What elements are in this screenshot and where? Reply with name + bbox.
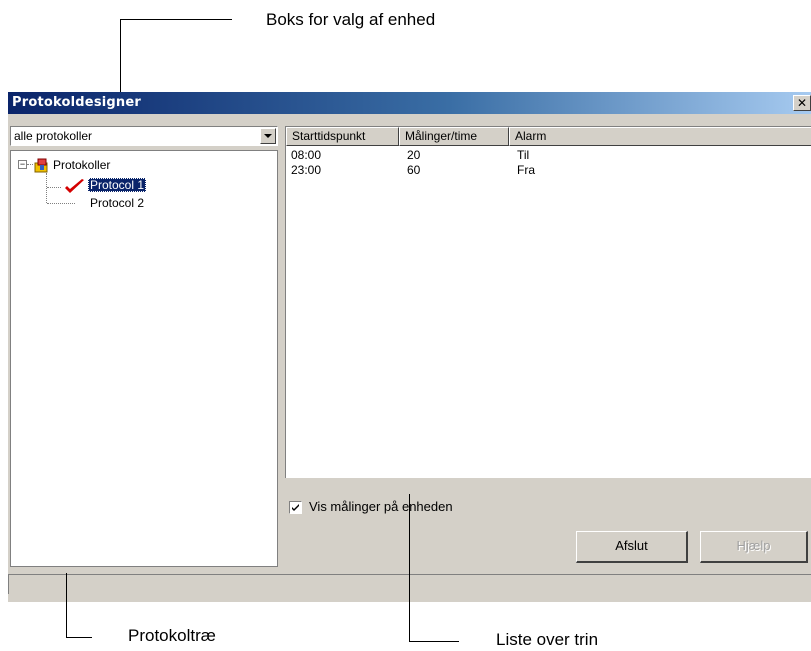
steps-list-header: Starttidspunkt Målinger/time Alarm bbox=[286, 127, 811, 146]
hjaelp-button[interactable]: Hjælp bbox=[700, 531, 808, 563]
close-icon: ✕ bbox=[796, 96, 808, 110]
checkmark-icon bbox=[292, 504, 299, 511]
folder-tree-icon bbox=[34, 158, 48, 173]
protocol-tree[interactable]: − Protokoller Protocol 1 Protocol 2 bbox=[10, 150, 278, 567]
unit-select-value: alle protokoller bbox=[14, 129, 93, 143]
cell-start: 23:00 bbox=[291, 163, 322, 177]
column-header-starttidspunkt[interactable]: Starttidspunkt bbox=[286, 127, 399, 146]
annotation-protocol-tree: Protokoltræ bbox=[128, 626, 216, 645]
tree-connector bbox=[47, 187, 61, 188]
cell-rate: 60 bbox=[407, 163, 421, 177]
column-header-alarm[interactable]: Alarm bbox=[509, 127, 811, 146]
close-window-button[interactable]: ✕ bbox=[793, 95, 811, 111]
afslut-button[interactable]: Afslut bbox=[576, 531, 688, 563]
show-on-unit-checkbox[interactable] bbox=[289, 501, 302, 514]
tree-root-label[interactable]: Protokoller bbox=[53, 158, 110, 172]
unit-select[interactable]: alle protokoller bbox=[10, 126, 278, 146]
tree-collapse-toggle[interactable]: − bbox=[18, 160, 27, 169]
tree-connector bbox=[46, 173, 47, 203]
callout-line bbox=[409, 641, 459, 642]
callout-line bbox=[66, 573, 67, 637]
red-check-icon bbox=[65, 179, 84, 193]
cell-alarm: Til bbox=[517, 148, 530, 162]
callout-line bbox=[409, 494, 410, 642]
callout-line bbox=[120, 19, 232, 20]
show-on-unit-label[interactable]: Vis målinger på enheden bbox=[309, 499, 453, 514]
callout-line bbox=[66, 637, 92, 638]
tree-connector bbox=[47, 203, 75, 204]
title-bar[interactable]: Protokoldesigner ✕ bbox=[8, 92, 811, 114]
chevron-down-icon[interactable] bbox=[260, 128, 276, 144]
annotation-unit-selector: Boks for valg af enhed bbox=[266, 10, 436, 29]
steps-list[interactable]: Starttidspunkt Målinger/time Alarm 08:00… bbox=[285, 126, 811, 478]
cell-start: 08:00 bbox=[291, 148, 322, 162]
window-title: Protokoldesigner bbox=[12, 95, 142, 110]
column-header-malinger-time[interactable]: Målinger/time bbox=[399, 127, 509, 146]
tree-item-protocol-1[interactable]: Protocol 1 bbox=[88, 178, 147, 192]
annotation-step-list: Liste over trin bbox=[496, 630, 599, 649]
cell-rate: 20 bbox=[407, 148, 421, 162]
cell-alarm: Fra bbox=[517, 163, 535, 177]
tree-item-protocol-2[interactable]: Protocol 2 bbox=[90, 196, 144, 210]
